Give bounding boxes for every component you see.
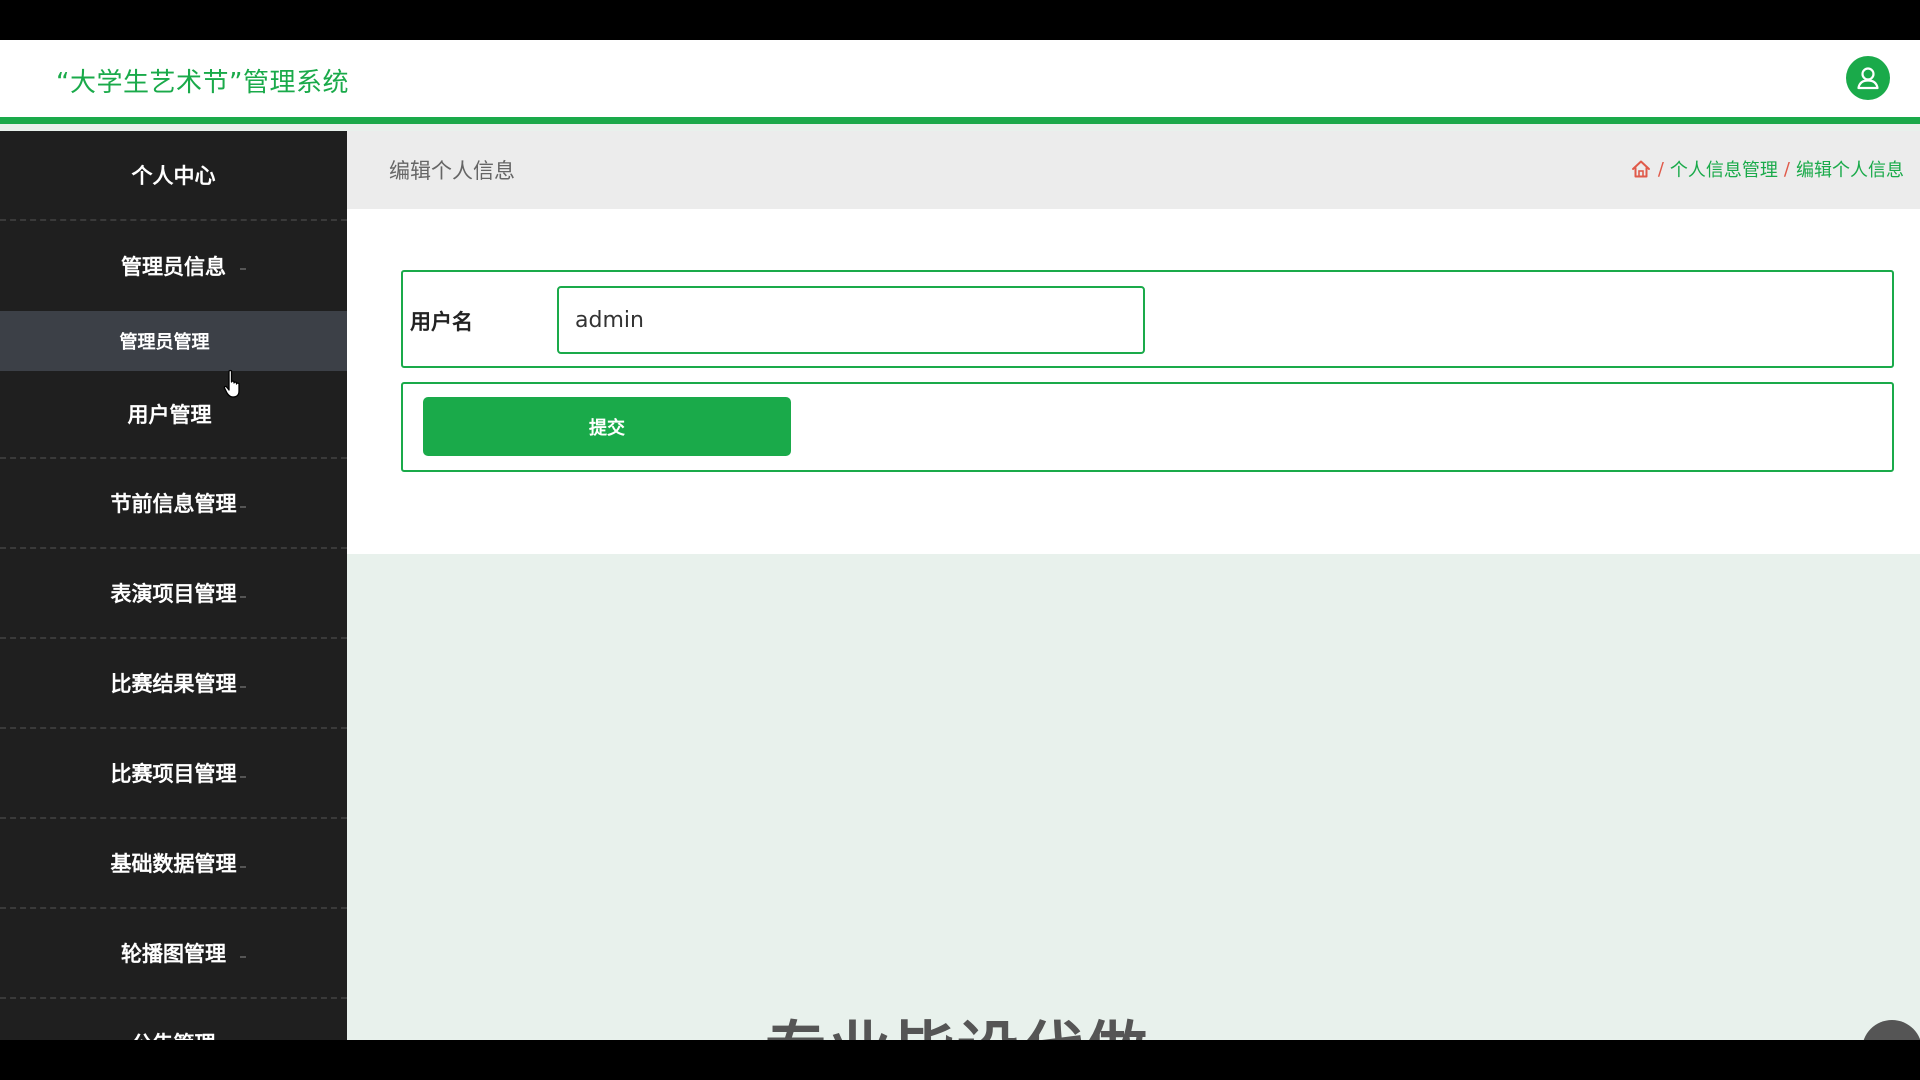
sidebar-item-label: 管理员信息 <box>121 255 226 279</box>
breadcrumb-link-personal-info[interactable]: 个人信息管理 <box>1670 156 1778 182</box>
sidebar-item-performance-projects[interactable]: 表演项目管理 <box>0 549 347 639</box>
sidebar-item-label: 比赛项目管理 <box>110 762 237 786</box>
top-header: “大学生艺术节”管理系统 <box>0 40 1920 124</box>
username-row: 用户名 <box>401 270 1894 368</box>
breadcrumb: / 个人信息管理 / 编辑个人信息 <box>1630 156 1904 182</box>
background-watermark-text: 专业毕设代做 <box>765 1000 1149 1040</box>
sidebar-item-carousel[interactable]: 轮播图管理 <box>0 909 347 999</box>
user-icon <box>1857 67 1879 90</box>
letterbox-bottom <box>0 1040 1920 1080</box>
sidebar-item-label: 管理员管理 <box>119 332 210 353</box>
sidebar-item-label: 基础数据管理 <box>110 852 237 876</box>
sidebar-item-competition-projects[interactable]: 比赛项目管理 <box>0 729 347 819</box>
username-input[interactable] <box>557 286 1145 354</box>
sidebar-item-label: 表演项目管理 <box>110 582 237 606</box>
breadcrumb-bar: 编辑个人信息 / 个人信息管理 / 编辑个人信息 <box>347 131 1920 209</box>
submit-row: 提交 <box>401 382 1894 472</box>
page-title: 编辑个人信息 <box>389 159 515 183</box>
app-title: “大学生艺术节”管理系统 <box>56 68 349 98</box>
sidebar-item-personal-center[interactable]: 个人中心 <box>0 131 347 221</box>
sidebar-item-label: 公告管理 <box>132 1028 216 1040</box>
sidebar-item-basic-data[interactable]: 基础数据管理 <box>0 819 347 909</box>
user-avatar-button[interactable] <box>1846 56 1890 100</box>
sidebar-item-label: 个人中心 <box>131 164 216 188</box>
sidebar-item-label: 比赛结果管理 <box>110 672 237 696</box>
breadcrumb-separator: / <box>1783 158 1790 180</box>
breadcrumb-separator: / <box>1657 158 1664 180</box>
edit-profile-form: 用户名 提交 <box>347 209 1920 554</box>
sidebar-item-label: 用户管理 <box>127 403 212 427</box>
sidebar-item-pre-festival-info[interactable]: 节前信息管理 <box>0 459 347 549</box>
sidebar-item-admin-info[interactable]: 管理员信息 <box>0 221 347 311</box>
letterbox-top <box>0 0 1920 40</box>
home-icon[interactable] <box>1630 158 1652 180</box>
sidebar-item-label: 轮播图管理 <box>121 942 226 966</box>
sidebar-item-announcements[interactable]: 公告管理 <box>0 999 347 1040</box>
breadcrumb-current: 编辑个人信息 <box>1796 160 1904 181</box>
submit-button[interactable]: 提交 <box>423 397 791 456</box>
sidebar: 个人中心 管理员信息 管理员管理 用户管理 节前信息管理 表演项目管理 比赛结果… <box>0 131 347 1040</box>
username-label: 用户名 <box>410 310 473 334</box>
sidebar-item-label: 节前信息管理 <box>110 492 237 516</box>
scroll-top-button[interactable] <box>1862 1020 1920 1040</box>
sidebar-subitem-admin-management[interactable]: 管理员管理 <box>0 311 347 371</box>
sidebar-subitem-user-management[interactable]: 用户管理 <box>0 371 347 459</box>
app-window: “大学生艺术节”管理系统 个人中心 管理员信息 管理员管理 用户管理 节前信息管… <box>0 40 1920 1040</box>
sidebar-item-competition-results[interactable]: 比赛结果管理 <box>0 639 347 729</box>
